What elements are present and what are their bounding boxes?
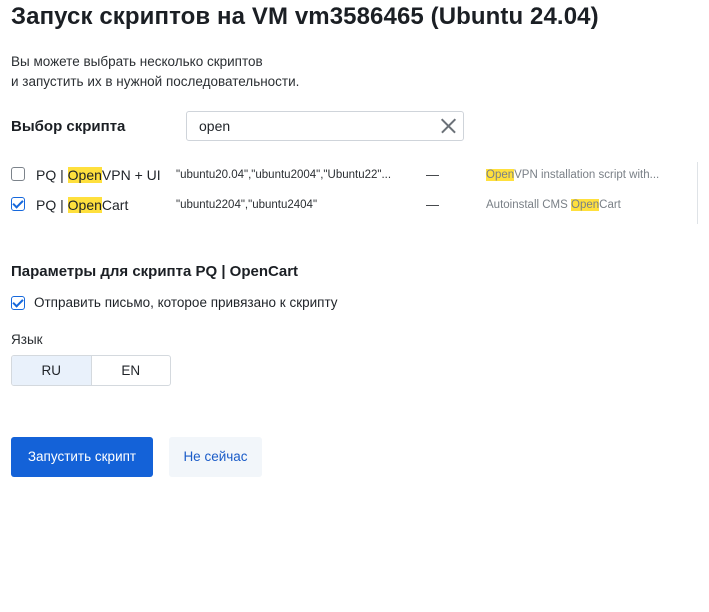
- script-dash: —: [426, 167, 439, 182]
- description-line-1: Вы можете выбрать несколько скриптов: [11, 54, 263, 69]
- description: Вы можете выбрать несколько скриптов и з…: [11, 52, 299, 92]
- script-list: PQ | OpenVPN + UI "ubuntu20.04","ubuntu2…: [0, 162, 709, 224]
- script-select-label: Выбор скрипта: [11, 118, 126, 135]
- script-name: PQ | OpenCart: [36, 197, 128, 213]
- script-row-opencart[interactable]: PQ | OpenCart "ubuntu2204","ubuntu2404" …: [0, 192, 700, 220]
- script-dash: —: [426, 197, 439, 212]
- page-title: Запуск скриптов на VM vm3586465 (Ubuntu …: [11, 3, 599, 30]
- search-match-highlight: Open: [67, 167, 102, 183]
- script-name-prefix: PQ |: [36, 197, 68, 213]
- script-name-suffix: Cart: [101, 197, 129, 213]
- script-checkbox-opencart[interactable]: [11, 197, 25, 211]
- language-option-ru[interactable]: RU: [12, 356, 91, 385]
- clear-icon[interactable]: [439, 117, 457, 135]
- send-email-checkbox[interactable]: [11, 296, 25, 310]
- script-name: PQ | OpenVPN + UI: [36, 167, 161, 183]
- run-script-button[interactable]: Запустить скрипт: [11, 437, 153, 477]
- send-email-label[interactable]: Отправить письмо, которое привязано к ск…: [34, 295, 338, 310]
- script-search-field[interactable]: [186, 111, 464, 141]
- language-switch: RU EN: [11, 355, 171, 386]
- script-os-list: "ubuntu2204","ubuntu2404": [176, 199, 318, 211]
- search-match-highlight: Open: [486, 169, 515, 181]
- script-os-list: "ubuntu20.04","ubuntu2004","Ubuntu22"...: [176, 169, 392, 181]
- search-match-highlight: Open: [67, 197, 102, 213]
- script-description-suffix: Cart: [599, 199, 621, 211]
- language-label: Язык: [11, 332, 43, 347]
- script-name-suffix: VPN + UI: [101, 167, 161, 183]
- script-description: OpenVPN installation script with...: [486, 169, 659, 181]
- not-now-button[interactable]: Не сейчас: [169, 437, 262, 477]
- script-row-openvpn[interactable]: PQ | OpenVPN + UI "ubuntu20.04","ubuntu2…: [0, 162, 700, 190]
- script-description-prefix: Autoinstall CMS: [486, 199, 572, 211]
- params-title: Параметры для скрипта PQ | OpenCart: [11, 263, 299, 280]
- list-scrollbar-track[interactable]: [697, 162, 698, 224]
- description-line-2: и запустить их в нужной последовательнос…: [11, 74, 300, 89]
- script-search-input[interactable]: [199, 118, 429, 134]
- script-description: Autoinstall CMS OpenCart: [486, 199, 621, 211]
- language-option-en[interactable]: EN: [90, 356, 171, 385]
- search-match-highlight: Open: [571, 199, 600, 211]
- script-description-suffix: VPN installation script with...: [514, 169, 660, 181]
- script-name-prefix: PQ |: [36, 167, 68, 183]
- script-checkbox-openvpn[interactable]: [11, 167, 25, 181]
